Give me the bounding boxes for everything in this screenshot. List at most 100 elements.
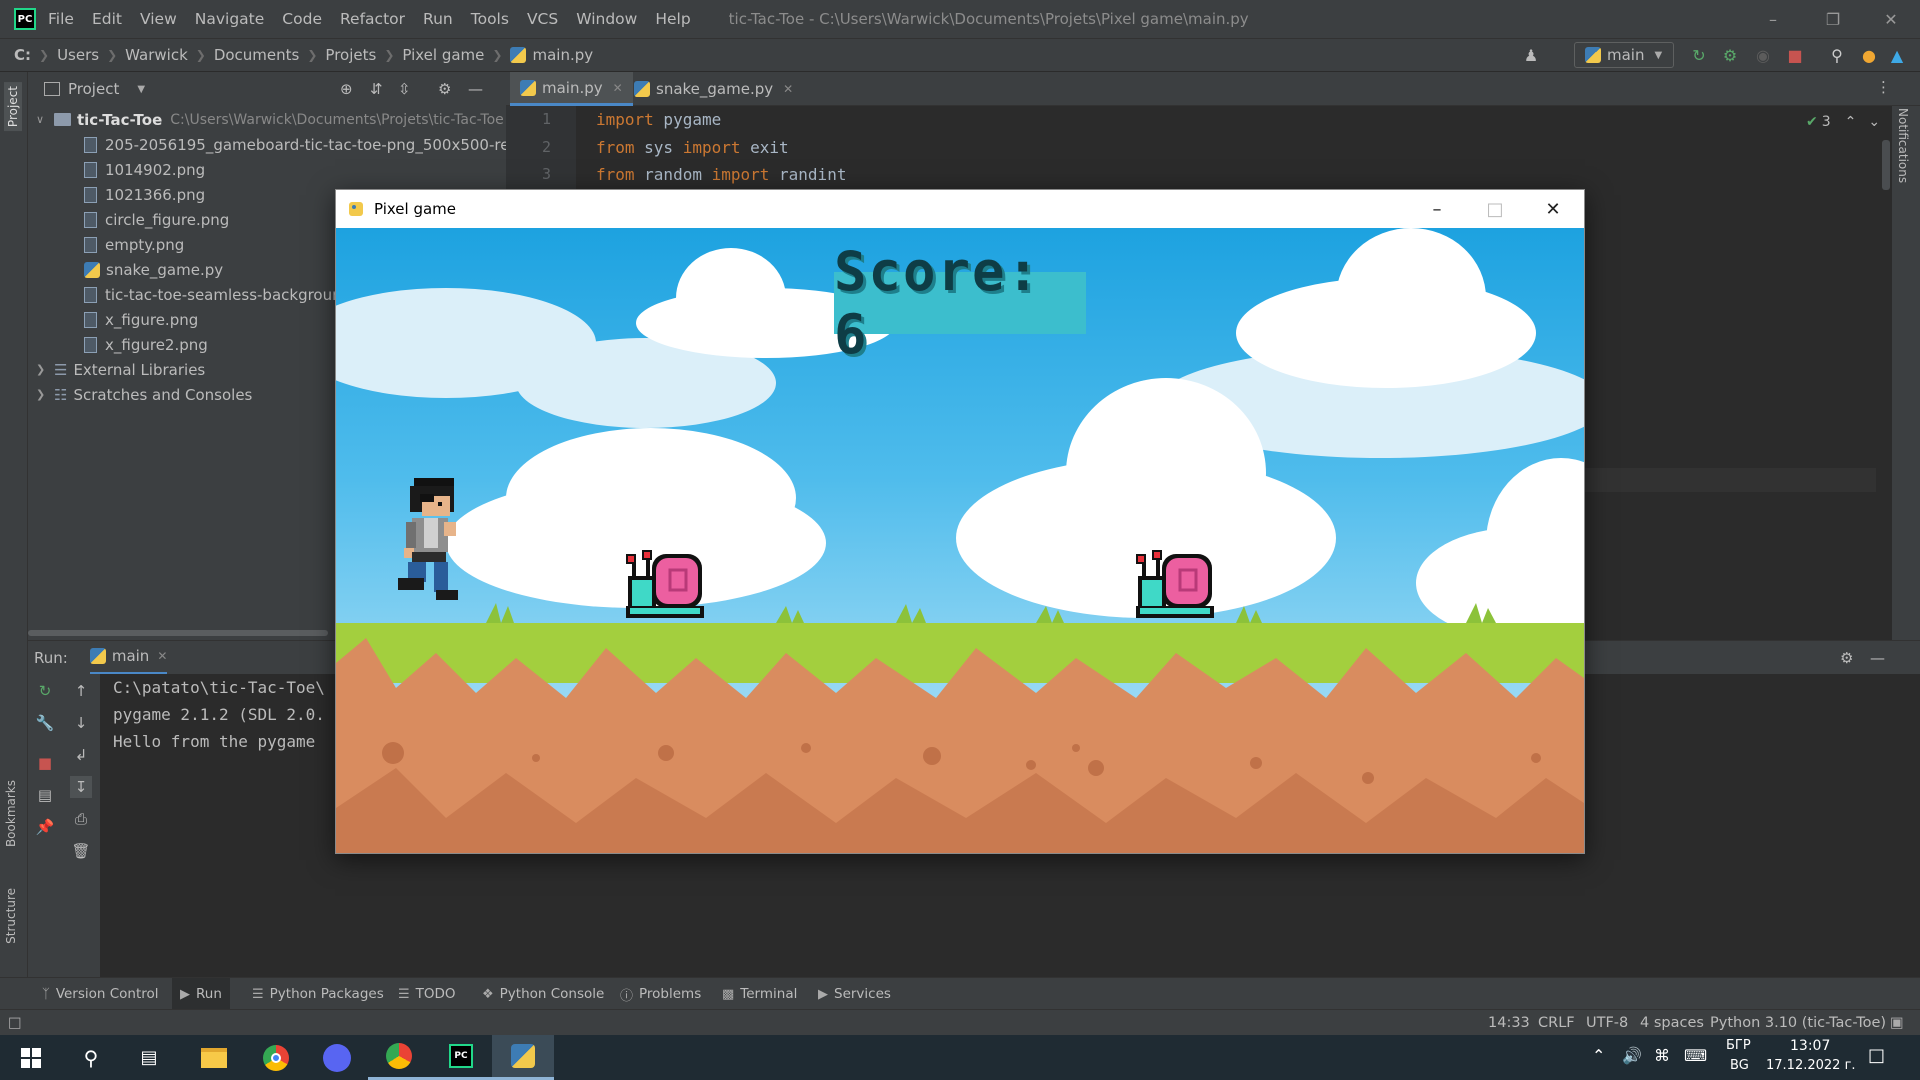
tree-scratches[interactable]: ❯ ☷ Scratches and Consoles xyxy=(36,382,252,407)
menu-run[interactable]: Run xyxy=(423,10,453,28)
layout-toggle-icon[interactable]: □ xyxy=(8,1010,22,1036)
tool-python-console[interactable]: ❖ Python Console xyxy=(482,978,604,1010)
run-configuration-select[interactable]: main ▼ xyxy=(1574,42,1674,68)
task-view-icon[interactable]: ▤ xyxy=(118,1035,180,1080)
language-indicator-top[interactable]: БГР xyxy=(1726,1038,1751,1053)
arrow-down-icon[interactable]: ↓ xyxy=(70,712,92,734)
discord-icon[interactable] xyxy=(306,1035,368,1080)
pygame-window[interactable]: Pixel game – □ ✕ Score: 6 xyxy=(335,189,1585,854)
debug-icon[interactable]: ⚙ xyxy=(1719,44,1741,66)
close-button[interactable]: ✕ xyxy=(1862,0,1920,38)
horizontal-scrollbar[interactable] xyxy=(28,630,328,636)
plugin-icon[interactable]: ▲ xyxy=(1886,44,1908,66)
pin-icon[interactable]: 📌 xyxy=(34,816,56,838)
chevron-down-icon[interactable]: ▼ xyxy=(137,84,145,95)
chevron-down-icon[interactable]: ⌄ xyxy=(1868,114,1880,130)
tool-problems[interactable]: ⓘ Problems xyxy=(620,978,701,1010)
breadcrumb-pixel-game[interactable]: Pixel game xyxy=(402,46,484,64)
menu-navigate[interactable]: Navigate xyxy=(195,10,265,28)
trash-icon[interactable]: 🗑 xyxy=(70,840,92,862)
tab-main-py[interactable]: main.py ✕ xyxy=(510,72,633,106)
gear-icon[interactable]: ⚙ xyxy=(1840,649,1853,667)
tool-python-packages[interactable]: ☰ Python Packages xyxy=(252,978,384,1010)
breadcrumb-drive[interactable]: C: xyxy=(14,46,31,64)
breadcrumb-projets[interactable]: Projets xyxy=(325,46,376,64)
tool-run[interactable]: ▶ Run xyxy=(172,978,230,1010)
user-icon[interactable]: ♟ xyxy=(1520,44,1542,66)
tool-todo[interactable]: ☰ TODO xyxy=(398,978,456,1010)
project-tool-tab[interactable]: Project xyxy=(4,82,22,132)
restore-button[interactable]: ❐ xyxy=(1804,0,1862,38)
lock-icon[interactable]: ▣ xyxy=(1890,1010,1904,1036)
structure-tool-tab[interactable]: Structure xyxy=(4,888,18,944)
rerun-icon[interactable]: ↻ xyxy=(34,680,56,702)
gear-icon[interactable]: ⚙ xyxy=(438,80,451,98)
game-canvas[interactable]: Score: 6 xyxy=(336,228,1584,853)
clock-time[interactable]: 13:07 xyxy=(1790,1038,1830,1054)
menu-view[interactable]: View xyxy=(140,10,177,28)
scroll-to-end-icon[interactable]: ↧ xyxy=(70,776,92,798)
file-encoding[interactable]: UTF-8 xyxy=(1586,1010,1628,1036)
hide-icon[interactable]: — xyxy=(1870,649,1885,667)
breadcrumb-warwick[interactable]: Warwick xyxy=(125,46,188,64)
layout-icon[interactable]: ▤ xyxy=(34,784,56,806)
project-panel-title[interactable]: Project xyxy=(68,80,119,98)
indent-setting[interactable]: 4 spaces xyxy=(1640,1010,1704,1036)
breadcrumb-documents[interactable]: Documents xyxy=(214,46,300,64)
tree-file[interactable]: tic-tac-toe-seamless-background-c xyxy=(84,282,365,307)
tool-services[interactable]: ▶ Services xyxy=(818,978,891,1010)
arrow-up-icon[interactable]: ↑ xyxy=(70,680,92,702)
bookmarks-tool-tab[interactable]: Bookmarks xyxy=(4,780,18,847)
breadcrumb-main-py[interactable]: main.py xyxy=(532,46,593,64)
search-icon[interactable]: ⚲ xyxy=(60,1035,122,1080)
tree-file[interactable]: snake_game.py xyxy=(84,257,223,282)
collapse-all-icon[interactable]: ⇳ xyxy=(398,80,411,98)
minimize-button[interactable]: – xyxy=(1408,190,1466,228)
inspection-widget[interactable]: ✔ 3 ⌃ ⌄ xyxy=(1806,114,1880,130)
keyboard-icon[interactable]: ⌨ xyxy=(1684,1046,1707,1065)
coverage-icon[interactable]: ◉ xyxy=(1752,44,1774,66)
caret-position[interactable]: 14:33 xyxy=(1488,1010,1530,1036)
soft-wrap-icon[interactable]: ↲ xyxy=(70,744,92,766)
rerun-icon[interactable]: ↻ xyxy=(1688,44,1710,66)
tree-external-libraries[interactable]: ❯ ☰ External Libraries xyxy=(36,357,205,382)
menu-refactor[interactable]: Refactor xyxy=(340,10,405,28)
clock-date[interactable]: 17.12.2022 г. xyxy=(1766,1058,1856,1073)
close-tab-icon[interactable]: ✕ xyxy=(157,649,167,663)
menu-vcs[interactable]: VCS xyxy=(527,10,558,28)
menu-code[interactable]: Code xyxy=(282,10,322,28)
chrome-profile-icon[interactable] xyxy=(368,1035,430,1080)
chrome-icon[interactable] xyxy=(245,1035,307,1080)
stop-icon[interactable]: ■ xyxy=(34,752,56,774)
breadcrumb-users[interactable]: Users xyxy=(57,46,99,64)
volume-icon[interactable]: 🔊 xyxy=(1622,1046,1642,1065)
notifications-tool-tab[interactable]: Notifications xyxy=(1896,108,1910,183)
tool-terminal[interactable]: ▩ Terminal xyxy=(722,978,797,1010)
editor-scrollbar[interactable] xyxy=(1882,140,1890,190)
menu-help[interactable]: Help xyxy=(655,10,690,28)
locate-icon[interactable]: ⊕ xyxy=(340,80,353,98)
menu-tools[interactable]: Tools xyxy=(471,10,509,28)
close-button[interactable]: ✕ xyxy=(1524,190,1582,228)
menu-file[interactable]: File xyxy=(48,10,74,28)
windows-start-icon[interactable] xyxy=(0,1035,62,1080)
updates-icon[interactable]: ● xyxy=(1858,44,1880,66)
tool-version-control[interactable]: ᛉ Version Control xyxy=(42,978,159,1010)
tree-file[interactable]: 1014902.png xyxy=(84,157,205,182)
hide-icon[interactable]: — xyxy=(468,80,483,98)
tree-file[interactable]: x_figure.png xyxy=(84,307,198,332)
file-explorer-icon[interactable] xyxy=(183,1035,245,1080)
python-interpreter[interactable]: Python 3.10 (tic-Tac-Toe) xyxy=(1710,1010,1886,1036)
tree-root[interactable]: ∨ tic-Tac-Toe C:\Users\Warwick\Documents… xyxy=(36,107,504,132)
tree-file[interactable]: circle_figure.png xyxy=(84,207,229,232)
run-tab-main[interactable]: main ✕ xyxy=(89,641,168,675)
tree-file[interactable]: x_figure2.png xyxy=(84,332,208,357)
close-tab-icon[interactable]: ✕ xyxy=(783,82,793,96)
stop-icon[interactable]: ■ xyxy=(1784,44,1806,66)
minimize-button[interactable]: – xyxy=(1744,0,1802,38)
tree-file[interactable]: 205-2056195_gameboard-tic-tac-toe-png_50… xyxy=(84,132,561,157)
language-indicator-bottom[interactable]: BG xyxy=(1730,1058,1749,1073)
maximize-button[interactable]: □ xyxy=(1466,190,1524,228)
close-tab-icon[interactable]: ✕ xyxy=(613,81,623,95)
print-icon[interactable]: ⎙ xyxy=(70,808,92,830)
